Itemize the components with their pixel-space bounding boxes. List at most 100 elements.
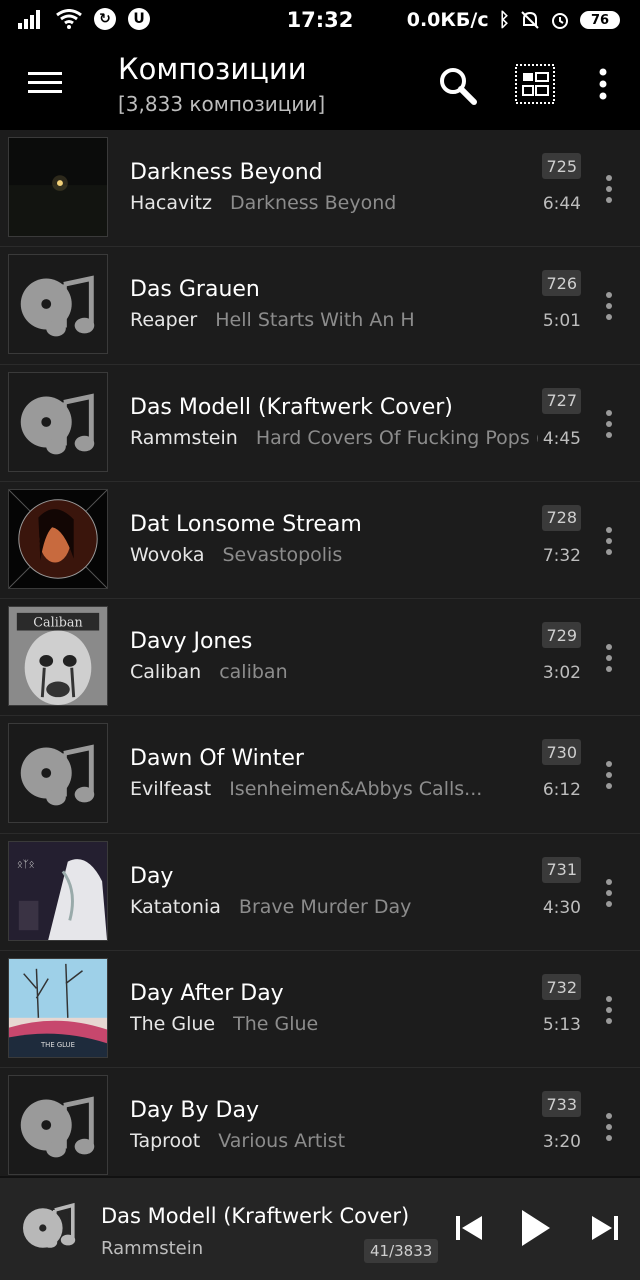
track-meta: Caliban caliban bbox=[130, 661, 538, 683]
katatonia-art: ᛟᛉᛟ bbox=[9, 841, 107, 940]
player-queue-counter: 41/3833 bbox=[364, 1239, 439, 1263]
track-album: Sevastopolis bbox=[222, 543, 343, 566]
track-number: 733 bbox=[542, 1091, 581, 1118]
music-disc-icon bbox=[20, 272, 97, 337]
track-meta: Rammstein Hard Covers Of Fucking Pops (f bbox=[130, 427, 538, 449]
track-artist: Caliban bbox=[130, 661, 202, 684]
track-menu-icon[interactable] bbox=[604, 526, 614, 556]
portrait-art bbox=[9, 489, 107, 588]
the-glue-art: THE GLUE bbox=[9, 959, 107, 1058]
track-number: 731 bbox=[542, 856, 581, 883]
player-artist: Rammstein bbox=[101, 1238, 204, 1259]
track-row[interactable]: Caliban Davy Jones Caliban caliban 729 3:… bbox=[0, 599, 640, 717]
track-meta: Hacavitz Darkness Beyond bbox=[130, 192, 538, 214]
track-menu-icon[interactable] bbox=[604, 1112, 614, 1142]
alarm-icon bbox=[552, 13, 568, 29]
track-row[interactable]: THE GLUE Day After Day The Glue The Glue … bbox=[0, 951, 640, 1069]
music-disc-icon bbox=[20, 741, 97, 806]
music-disc-icon bbox=[20, 390, 97, 454]
track-duration: 6:44 bbox=[542, 194, 581, 214]
track-title: Day After Day bbox=[130, 981, 284, 1007]
track-row[interactable]: Das Modell (Kraftwerk Cover) Rammstein Ha… bbox=[0, 365, 640, 482]
search-icon[interactable] bbox=[438, 66, 478, 106]
album-art bbox=[8, 254, 108, 355]
track-menu-icon[interactable] bbox=[604, 643, 614, 673]
track-artist: Reaper bbox=[130, 309, 198, 332]
track-album: Various Artist bbox=[218, 1130, 346, 1153]
status-right: 0.0КБ/с ᛒ 76 bbox=[407, 9, 620, 31]
now-playing-bar[interactable]: Das Modell (Kraftwerk Cover) Rammstein 4… bbox=[0, 1176, 640, 1280]
bluetooth-icon: ᛒ bbox=[498, 9, 510, 31]
track-artist: Hacavitz bbox=[130, 192, 212, 214]
music-disc-icon bbox=[20, 1093, 97, 1158]
hamburger-icon[interactable] bbox=[28, 70, 62, 96]
play-icon[interactable] bbox=[520, 1208, 552, 1248]
track-row[interactable]: Das Grauen Reaper Hell Starts With An H 7… bbox=[0, 247, 640, 365]
album-art: ᛟᛉᛟ bbox=[8, 840, 108, 941]
track-menu-icon[interactable] bbox=[604, 878, 614, 908]
track-meta: Reaper Hell Starts With An H bbox=[130, 309, 538, 331]
skip-next-icon[interactable] bbox=[590, 1214, 620, 1242]
night-landscape-art bbox=[9, 138, 107, 236]
track-meta: Katatonia Brave Murder Day bbox=[130, 896, 538, 918]
track-duration: 7:32 bbox=[542, 545, 581, 566]
track-menu-icon[interactable] bbox=[604, 409, 614, 439]
album-art bbox=[8, 371, 108, 472]
track-album: Brave Murder Day bbox=[238, 895, 412, 918]
track-row[interactable]: Dawn Of Winter Evilfeast Isenheimen&Abbys… bbox=[0, 716, 640, 834]
track-title: Das Grauen bbox=[130, 277, 260, 303]
page-title: Композиции bbox=[118, 52, 307, 86]
track-row[interactable]: Day By Day Taproot Various Artist 733 3:2… bbox=[0, 1068, 640, 1176]
mute-bell-icon bbox=[521, 11, 539, 29]
track-title: Day By Day bbox=[130, 1098, 259, 1124]
track-number: 726 bbox=[542, 270, 581, 297]
track-meta: Wovoka Sevastopolis bbox=[130, 544, 538, 566]
track-number: 729 bbox=[542, 622, 581, 649]
track-number: 732 bbox=[542, 974, 581, 1001]
app-header: Композиции [3,833 композиции] bbox=[0, 42, 640, 130]
track-menu-icon[interactable] bbox=[604, 760, 614, 790]
track-title: Dat Lonsome Stream bbox=[130, 511, 362, 537]
track-list[interactable]: Darkness Beyond Hacavitz Darkness Beyond … bbox=[0, 130, 640, 1176]
track-title: Dawn Of Winter bbox=[130, 746, 304, 772]
track-album: Hell Starts With An H bbox=[215, 309, 415, 332]
track-album: Hard Covers Of Fucking Pops (f bbox=[255, 426, 538, 449]
track-duration: 6:12 bbox=[542, 780, 581, 801]
track-menu-icon[interactable] bbox=[604, 174, 614, 204]
track-duration: 3:20 bbox=[542, 1132, 581, 1153]
track-duration: 4:45 bbox=[542, 428, 581, 449]
track-title: Das Modell (Kraftwerk Cover) bbox=[130, 394, 453, 420]
track-duration: 3:02 bbox=[542, 663, 581, 684]
track-title: Davy Jones bbox=[130, 629, 253, 655]
track-meta: Taproot Various Artist bbox=[130, 1130, 538, 1152]
album-art bbox=[8, 488, 108, 589]
album-art bbox=[8, 1075, 108, 1176]
track-duration: 5:13 bbox=[542, 1015, 581, 1036]
album-art: THE GLUE bbox=[8, 958, 108, 1059]
track-menu-icon[interactable] bbox=[604, 995, 614, 1025]
track-artist: The Glue bbox=[130, 1013, 216, 1036]
battery-indicator: 76 bbox=[580, 11, 620, 29]
svg-text:Caliban: Caliban bbox=[33, 616, 82, 631]
track-title: Day bbox=[130, 863, 174, 889]
view-mode-icon[interactable] bbox=[515, 64, 555, 104]
track-number: 725 bbox=[542, 153, 581, 179]
track-duration: 4:30 bbox=[542, 897, 581, 918]
track-row[interactable]: Dat Lonsome Stream Wovoka Sevastopolis 72… bbox=[0, 482, 640, 600]
track-number: 727 bbox=[542, 387, 581, 414]
svg-text:ᛟᛉᛟ: ᛟᛉᛟ bbox=[17, 859, 35, 870]
track-artist: Katatonia bbox=[130, 895, 221, 918]
player-track-title: Das Modell (Kraftwerk Cover) bbox=[101, 1204, 410, 1228]
more-vert-icon[interactable] bbox=[597, 68, 609, 100]
track-duration: 5:01 bbox=[542, 311, 581, 332]
track-album: The Glue bbox=[233, 1013, 319, 1036]
track-meta: The Glue The Glue bbox=[130, 1013, 538, 1035]
track-artist: Rammstein bbox=[130, 426, 238, 449]
track-artist: Wovoka bbox=[130, 543, 205, 566]
skip-previous-icon[interactable] bbox=[454, 1214, 484, 1242]
track-menu-icon[interactable] bbox=[604, 291, 614, 321]
track-row[interactable]: ᛟᛉᛟ Day Katatonia Brave Murder Day 731 4:… bbox=[0, 834, 640, 952]
track-album: Isenheimen&Abbys Calls... bbox=[229, 778, 483, 801]
track-album: Darkness Beyond bbox=[229, 192, 397, 214]
track-row[interactable]: Darkness Beyond Hacavitz Darkness Beyond … bbox=[0, 130, 640, 248]
